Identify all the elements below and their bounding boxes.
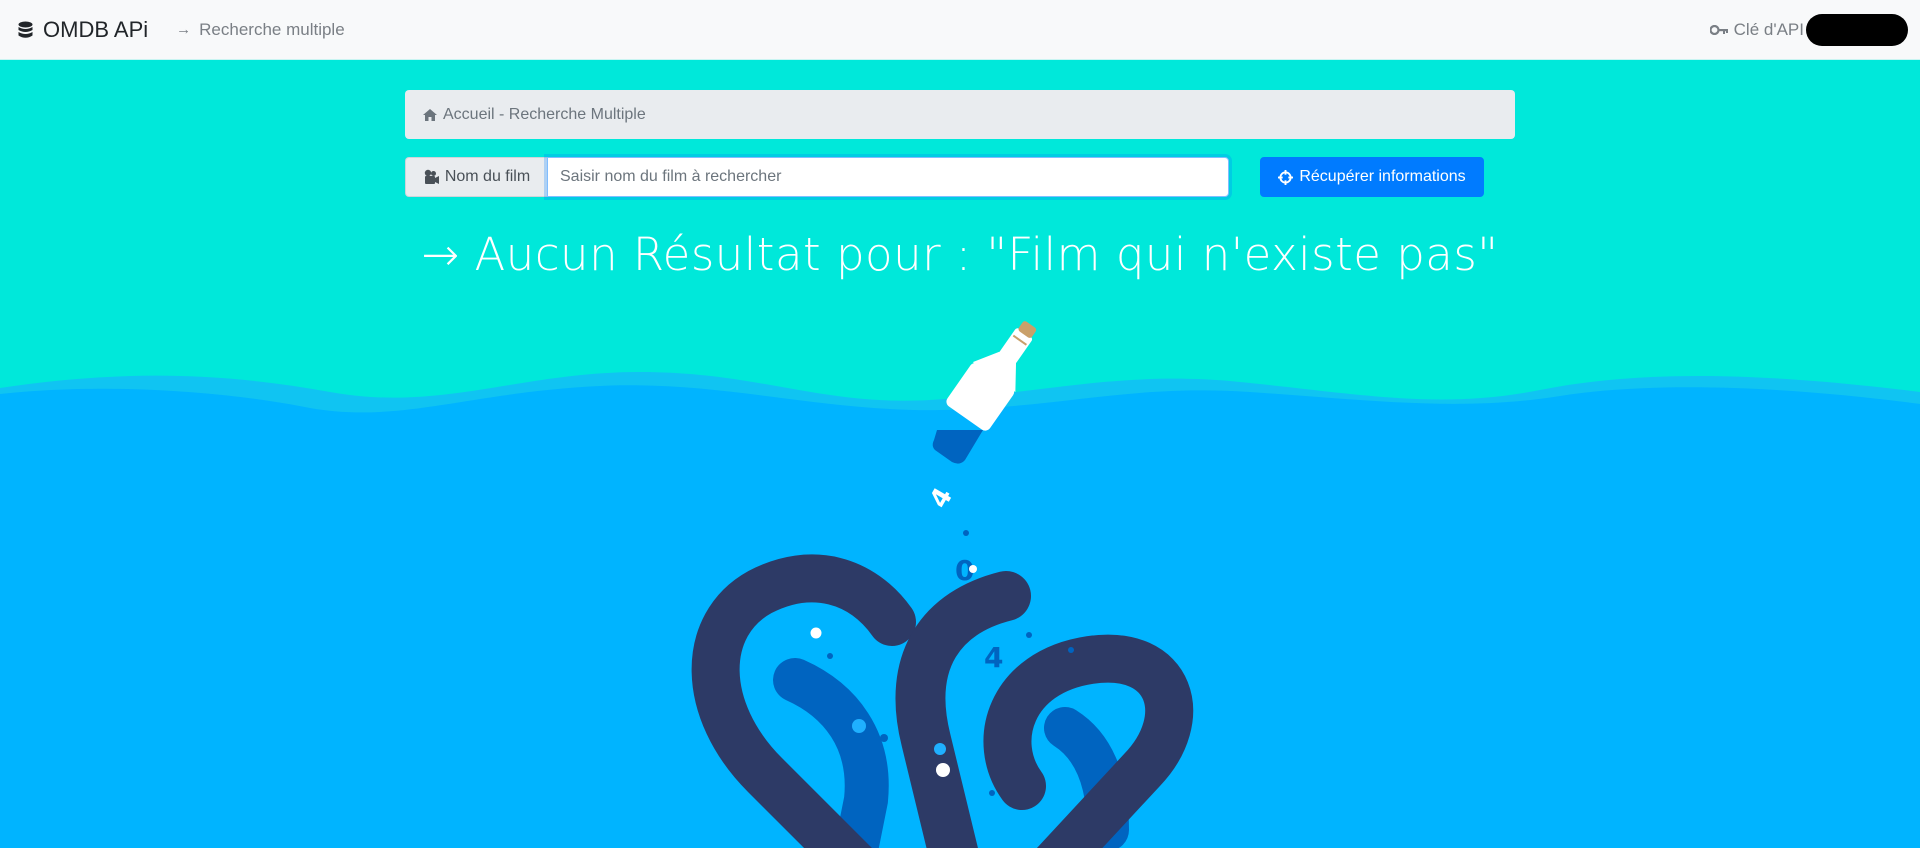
nav-link-recherche-multiple[interactable]: → Recherche multiple: [176, 20, 345, 40]
fetch-information-label: Récupérer informations: [1299, 168, 1466, 185]
breadcrumb: Accueil - Recherche Multiple: [405, 90, 1515, 139]
arrow-right-icon: →: [421, 228, 475, 281]
crosshairs-icon: [1278, 169, 1294, 185]
video-camera-icon: [424, 169, 439, 184]
arrow-right-icon: →: [176, 21, 192, 38]
nav-link-label: Recherche multiple: [199, 19, 345, 39]
no-result-text: Aucun Résultat pour : "Film qui n'existe…: [474, 228, 1499, 281]
fetch-information-button[interactable]: Récupérer informations: [1260, 157, 1484, 197]
movie-search-group: Nom du film: [405, 157, 1229, 197]
movie-name-input[interactable]: [547, 157, 1229, 197]
brand-link[interactable]: OMDB APi: [18, 17, 148, 43]
breadcrumb-text[interactable]: Accueil - Recherche Multiple: [443, 106, 646, 124]
navbar: OMDB APi → Recherche multiple Clé d'API: [0, 0, 1920, 60]
no-result-heading: → Aucun Résultat pour : "Film qui n'exis…: [0, 228, 1920, 281]
database-icon: [18, 21, 33, 38]
api-key[interactable]: Clé d'API: [1709, 14, 1908, 46]
home-icon: [423, 108, 437, 121]
key-icon: [1709, 25, 1728, 35]
api-key-redacted-value: [1806, 14, 1908, 46]
movie-name-label: Nom du film: [405, 157, 547, 197]
api-key-label: Clé d'API: [1733, 20, 1804, 39]
digit-4-second: 4: [984, 641, 1003, 674]
brand-name: OMDB APi: [43, 16, 149, 42]
movie-name-label-text: Nom du film: [444, 168, 531, 185]
